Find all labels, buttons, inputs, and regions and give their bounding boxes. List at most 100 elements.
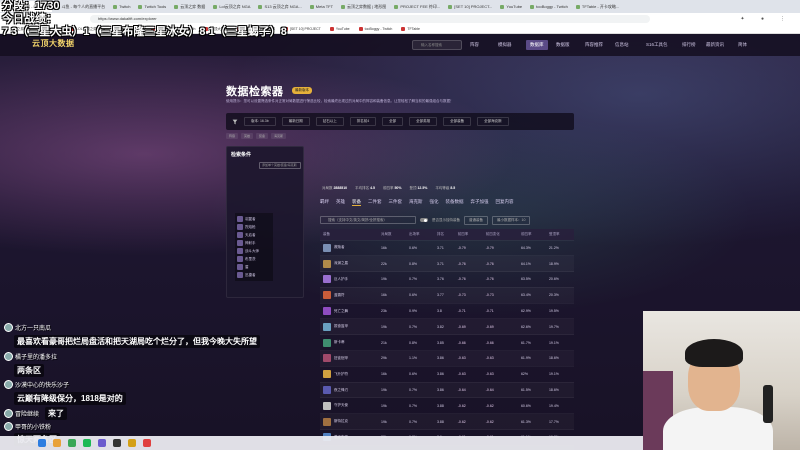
column-header[interactable]: 出场率 — [406, 229, 435, 240]
table-cell: 18.6% — [545, 350, 574, 367]
bookmark-item[interactable]: tooBoggy - Twitch — [358, 27, 392, 31]
category-tab[interactable]: 三件套 — [389, 199, 403, 205]
table-row[interactable]: 斯特拉克 19k 0.7% 3.88 -0.62 -0.62 61.3% 17.7% — [320, 413, 574, 430]
chat-username: 冒险继续 — [15, 412, 40, 418]
score-line: 分段：1730 — [2, 0, 60, 12]
rank-select[interactable]: 钻石以上 — [315, 117, 344, 126]
filter-option[interactable]: 布里茨 — [237, 255, 271, 263]
nav-item[interactable]: 最新资讯 — [706, 42, 724, 48]
table-row[interactable]: 救赎者 16k 0.6% 3.71 -0.79 -0.79 64.3% 21.2% — [320, 239, 574, 256]
obs-icon[interactable] — [98, 439, 106, 447]
nav-item-active[interactable]: 数据库 — [526, 40, 548, 50]
table-cell: 19k — [378, 397, 407, 414]
category-tab[interactable]: 装备数据 — [446, 199, 464, 205]
menu-icon[interactable]: ⋮ — [780, 16, 785, 22]
browser-tab[interactable]: tooBoggy - Twitch — [526, 1, 572, 12]
extensions-icon[interactable]: ✦ — [740, 16, 745, 22]
nav-item[interactable]: S16工具包 — [646, 42, 668, 48]
filter-option[interactable]: 迅捷者 — [237, 271, 271, 279]
item-cell-content: 斯卡蒂 — [323, 338, 378, 347]
category-tab[interactable]: 装备 — [352, 199, 361, 206]
wechat-icon[interactable] — [83, 439, 91, 447]
nav-item[interactable]: 数据版 — [556, 42, 570, 48]
column-header[interactable]: 前四率 — [517, 229, 546, 240]
filter-option[interactable]: 羽翼者 — [237, 215, 271, 223]
league-client-icon[interactable] — [128, 439, 136, 447]
site-search-input[interactable]: 输入名称搜索 — [412, 40, 462, 50]
browser-tab[interactable]: Meta TFT — [306, 1, 337, 12]
table-row[interactable]: 狂徒铠甲 29k 1.1% 3.86 -0.63 -0.63 61.9% 18.6% — [320, 350, 574, 367]
table-row[interactable]: 振奋盔甲 19k 0.7% 3.82 -0.69 -0.69 62.6% 19.7% — [320, 318, 574, 335]
browser-tab[interactable]: PROJECT FEE 符印... — [390, 1, 444, 12]
game-client-icon[interactable] — [113, 439, 121, 447]
browser-tab[interactable]: [SET 10] PROJECT... — [444, 1, 496, 12]
bookmark-item[interactable]: YouTube — [329, 27, 350, 31]
table-row[interactable]: 斯卡蒂 21k 0.8% 3.85 -0.66 -0.66 61.7% 19.1% — [320, 334, 574, 351]
bookmark-item[interactable]: TFTable — [401, 27, 420, 31]
category-tab[interactable]: 强化 — [430, 199, 439, 205]
unique-items-toggle[interactable] — [420, 218, 428, 222]
category-tab[interactable]: 奔子加强 — [471, 199, 489, 205]
table-row[interactable]: 飞升护符 16k 0.6% 3.86 -0.63 -0.63 62% 19.1% — [320, 365, 574, 383]
browser-tab[interactable]: YouTube — [496, 1, 526, 12]
profile-icon[interactable]: ● — [760, 16, 765, 22]
mini-tab[interactable]: 装备 — [256, 133, 269, 139]
augment-select[interactable]: 全部海克斯 — [477, 117, 509, 126]
windows-start-icon[interactable] — [38, 439, 46, 447]
mini-tab[interactable]: 阵容 — [226, 133, 239, 139]
nav-item[interactable]: 排行榜 — [682, 42, 696, 48]
version-select[interactable]: 版本: 16.3b — [244, 117, 276, 126]
mini-tab[interactable]: 英雄 — [241, 133, 254, 139]
filter-option[interactable]: 烈焰枪 — [237, 223, 271, 231]
nav-item[interactable]: 模拟器 — [498, 42, 512, 48]
table-search-input[interactable]: 搜索（支持中文/英文/简拼/全拼搜索） — [320, 216, 416, 224]
category-tab[interactable]: 英雄 — [336, 199, 345, 205]
table-row[interactable]: 蓝霸符 16k 0.6% 3.77 -0.73 -0.73 63.4% 20.3% — [320, 286, 574, 304]
column-header[interactable]: 前四率 — [454, 229, 483, 240]
date-select[interactable]: 最新日期 — [281, 117, 310, 126]
filter-option[interactable]: 神射手 — [237, 239, 271, 247]
bookmark-icon — [401, 27, 406, 31]
table-row[interactable]: 巨人护手 19k 0.7% 3.76 -0.76 -0.76 63.5% 20.6% — [320, 271, 574, 288]
table-row[interactable]: 死亡之舞 23k 0.9% 3.8 -0.71 -0.71 62.9% 19.5% — [320, 302, 574, 319]
nav-item[interactable]: 信息站 — [615, 42, 629, 48]
column-header[interactable]: 前四变化 — [482, 229, 518, 240]
category-tab[interactable]: 海克斯 — [409, 199, 423, 205]
bookmark-item[interactable]: [SET 10] PROJECT — [283, 27, 321, 31]
category-tab[interactable]: 羁绊 — [320, 199, 329, 205]
chrome-icon[interactable] — [68, 439, 76, 447]
mini-tab[interactable]: 海克斯 — [271, 133, 287, 139]
folder-icon[interactable] — [53, 439, 61, 447]
category-tab[interactable]: 二件套 — [368, 199, 382, 205]
table-cell: 18.6% — [545, 381, 574, 398]
column-header[interactable]: 排名 — [434, 229, 455, 240]
webcam-microphone — [763, 385, 773, 423]
filter-option[interactable]: 天启者 — [237, 231, 271, 239]
column-header[interactable]: 装备 — [320, 229, 379, 240]
browser-tab[interactable]: 云顶之弈数据 | 地形图 — [337, 1, 390, 12]
table-cell: 19.1% — [545, 365, 574, 383]
min-sample-select[interactable]: 最小数据样本：10 — [492, 215, 531, 225]
site-logo[interactable]: 云顶大数据 — [32, 38, 75, 49]
table-row[interactable]: 夜之锋刃 19k 0.7% 3.86 -0.64 -0.64 61.5% 18.6% — [320, 381, 574, 398]
item-type-select[interactable]: 普通装备 — [464, 215, 488, 225]
table-row[interactable]: 守护天使 19k 0.7% 3.88 -0.62 -0.62 60.6% 19.4% — [320, 397, 574, 414]
language-switch[interactable]: 简体 — [738, 42, 747, 48]
nav-item[interactable]: 阵容 — [470, 42, 479, 48]
mode-select[interactable]: 全部 — [382, 117, 404, 126]
webcam-feed — [643, 311, 800, 450]
category-tab[interactable]: 回复内容 — [496, 199, 514, 205]
nav-item[interactable]: 阵容推荐 — [585, 42, 603, 48]
champion-select[interactable]: 全部英雄 — [409, 117, 438, 126]
item-name: 飞升护符 — [334, 371, 348, 376]
browser-tab[interactable]: TFTable - 开卡攻略... — [572, 1, 623, 12]
item-select[interactable]: 全部装备 — [443, 117, 472, 126]
column-header[interactable]: 登顶率 — [545, 229, 574, 240]
column-header[interactable]: 对局数 — [378, 229, 407, 240]
filter-option[interactable]: 战斗大师 — [237, 247, 271, 255]
filter-option[interactable]: 盾 — [237, 263, 271, 271]
filter-search-input[interactable]: 添加单个英雄/装备/海克斯 — [259, 162, 301, 169]
table-row[interactable]: 深渊之盾 22k 0.8% 3.71 -0.76 -0.76 64.1% 18.9% — [320, 255, 574, 272]
placement-select[interactable]: 排名前4 — [349, 117, 377, 126]
app-icon[interactable] — [143, 439, 151, 447]
